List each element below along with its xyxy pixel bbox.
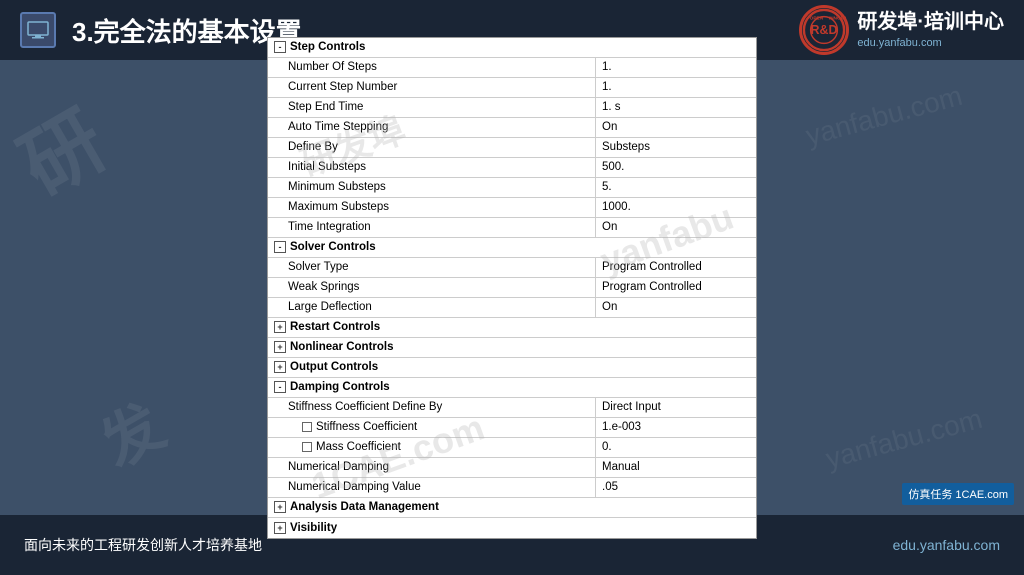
rd-logo: R&D OPEN INNOVATION	[799, 5, 849, 55]
expand-icon[interactable]: +	[274, 341, 286, 353]
logo-url: edu.yanfabu.com	[857, 36, 1004, 51]
table-row: Maximum Substeps1000.	[268, 198, 756, 218]
row-value: On	[596, 118, 756, 137]
expand-icon[interactable]: +	[274, 501, 286, 513]
table-row: -Solver Controls	[268, 238, 756, 258]
logo-area: R&D OPEN INNOVATION 研发埠·培训中心 edu.yanfabu…	[799, 5, 1004, 55]
section-label: Damping Controls	[290, 381, 390, 393]
table-row: Step End Time1. s	[268, 98, 756, 118]
table-row: -Step Controls	[268, 38, 756, 58]
row-label: Large Deflection	[268, 298, 596, 317]
row-label: Maximum Substeps	[268, 198, 596, 217]
checkbox[interactable]	[302, 422, 312, 432]
watermark-3: 发	[82, 379, 177, 484]
footer-url: edu.yanfabu.com	[893, 537, 1000, 553]
row-value: 1.	[596, 58, 756, 77]
row-value: Direct Input	[596, 398, 756, 417]
row-checkbox-label: Stiffness Coefficient	[268, 418, 596, 437]
table-row: Number Of Steps1.	[268, 58, 756, 78]
row-value: 500.	[596, 158, 756, 177]
row-label: Step End Time	[268, 98, 596, 117]
logo-text: 研发埠·培训中心 edu.yanfabu.com	[857, 8, 1004, 51]
watermark-url-bg: yanfabu.com	[802, 80, 965, 152]
row-value: Manual	[596, 458, 756, 477]
header-left: 3.完全法的基本设置	[20, 12, 302, 49]
collapse-icon[interactable]: -	[274, 241, 286, 253]
table-row: Stiffness Coefficient Define ByDirect In…	[268, 398, 756, 418]
svg-text:R&D: R&D	[811, 23, 838, 37]
section-label: Output Controls	[290, 361, 378, 373]
table-row: Solver TypeProgram Controlled	[268, 258, 756, 278]
watermark-1: 研	[0, 78, 124, 218]
row-label: Weak Springs	[268, 278, 596, 297]
row-value: On	[596, 298, 756, 317]
table-row: Large DeflectionOn	[268, 298, 756, 318]
table-row: + Restart Controls	[268, 318, 756, 338]
monitor-icon	[20, 12, 56, 48]
row-label: Number Of Steps	[268, 58, 596, 77]
settings-table: 研发埠 yanfabu 1CAE.com -Step ControlsNumbe…	[267, 37, 757, 539]
svg-text:OPEN: OPEN	[810, 15, 824, 21]
checkbox-text: Stiffness Coefficient	[316, 421, 417, 433]
table-row: Numerical DampingManual	[268, 458, 756, 478]
table-row: Stiffness Coefficient 1.e-003	[268, 418, 756, 438]
row-value: On	[596, 218, 756, 237]
svg-text:INNOVATION: INNOVATION	[829, 15, 846, 21]
section-label: Step Controls	[290, 41, 365, 53]
table-row: Weak SpringsProgram Controlled	[268, 278, 756, 298]
row-label: Auto Time Stepping	[268, 118, 596, 137]
cae-badge: 仿真任务 1CAE.com	[902, 483, 1014, 505]
row-value: 1000.	[596, 198, 756, 217]
section-label: Visibility	[290, 522, 337, 534]
section-label: Nonlinear Controls	[290, 341, 394, 353]
row-value: 1. s	[596, 98, 756, 117]
table-row: Define BySubsteps	[268, 138, 756, 158]
section-label: Solver Controls	[290, 241, 376, 253]
expand-icon[interactable]: +	[274, 321, 286, 333]
table-row: Initial Substeps500.	[268, 158, 756, 178]
row-label: Define By	[268, 138, 596, 157]
table-row: Auto Time SteppingOn	[268, 118, 756, 138]
section-label: Analysis Data Management	[290, 501, 439, 513]
table-row: Minimum Substeps5.	[268, 178, 756, 198]
checkbox-text: Mass Coefficient	[316, 441, 401, 453]
row-label: Numerical Damping	[268, 458, 596, 477]
table-row: + Analysis Data Management	[268, 498, 756, 518]
brand-name: 研发埠·培训中心	[857, 8, 1004, 36]
row-label: Numerical Damping Value	[268, 478, 596, 497]
main-content: 研 发 yanfabu.com yanfabu.com 研发埠 yanfabu …	[0, 60, 1024, 515]
table-row: + Output Controls	[268, 358, 756, 378]
section-label: Restart Controls	[290, 321, 380, 333]
row-value: 5.	[596, 178, 756, 197]
table-row: -Damping Controls	[268, 378, 756, 398]
table-row: + Visibility	[268, 518, 756, 538]
footer-tagline: 面向未来的工程研发创新人才培养基地	[24, 535, 262, 555]
checkbox[interactable]	[302, 442, 312, 452]
collapse-icon[interactable]: -	[274, 381, 286, 393]
row-label: Current Step Number	[268, 78, 596, 97]
row-value: 1.e-003	[596, 418, 756, 437]
row-value: .05	[596, 478, 756, 497]
row-label: Time Integration	[268, 218, 596, 237]
row-label: Solver Type	[268, 258, 596, 277]
row-label: Minimum Substeps	[268, 178, 596, 197]
watermark-url-bg2: yanfabu.com	[822, 403, 985, 475]
table-row: Mass Coefficient 0.	[268, 438, 756, 458]
table-row: Time IntegrationOn	[268, 218, 756, 238]
row-value: 1.	[596, 78, 756, 97]
expand-icon[interactable]: +	[274, 361, 286, 373]
row-value: Substeps	[596, 138, 756, 157]
table-row: Current Step Number1.	[268, 78, 756, 98]
row-checkbox-label: Mass Coefficient	[268, 438, 596, 457]
row-value: 0.	[596, 438, 756, 457]
table-row: Numerical Damping Value.05	[268, 478, 756, 498]
row-label: Stiffness Coefficient Define By	[268, 398, 596, 417]
row-label: Initial Substeps	[268, 158, 596, 177]
row-value: Program Controlled	[596, 258, 756, 277]
table-row: + Nonlinear Controls	[268, 338, 756, 358]
collapse-icon[interactable]: -	[274, 41, 286, 53]
row-value: Program Controlled	[596, 278, 756, 297]
expand-icon[interactable]: +	[274, 522, 286, 534]
